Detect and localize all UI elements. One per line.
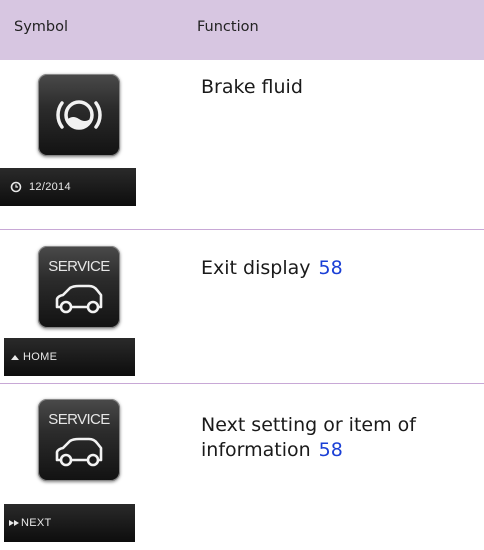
page-reference-link[interactable]: 58 — [318, 257, 342, 279]
fast-forward-icon — [9, 520, 19, 526]
function-description: Brake fluid — [201, 76, 303, 98]
table-row: SERVICE NEXT Next setting or item of inf… — [0, 384, 484, 550]
brake-fluid-icon — [56, 100, 102, 130]
car-icon — [55, 437, 103, 467]
brake-fluid-indicator — [38, 74, 120, 156]
symbol-column-header: Symbol — [14, 19, 69, 35]
next-bar[interactable]: NEXT — [4, 504, 135, 542]
service-date: 12/2014 — [29, 181, 71, 193]
home-bar[interactable]: HOME — [4, 338, 135, 376]
table-header: Symbol Function — [0, 0, 484, 60]
function-description: Exit display 58 — [201, 257, 343, 279]
next-label: NEXT — [21, 517, 52, 529]
service-indicator: SERVICE — [38, 399, 120, 481]
clock-icon — [10, 181, 22, 193]
up-arrow-icon — [11, 355, 19, 360]
function-column-header: Function — [197, 19, 259, 35]
date-display-bar: 12/2014 — [0, 168, 136, 206]
table-row: SERVICE HOME Exit display 58 — [0, 230, 484, 383]
service-indicator: SERVICE — [38, 246, 120, 328]
page-reference-link[interactable]: 58 — [319, 439, 343, 461]
home-label: HOME — [23, 351, 58, 363]
table-row: 12/2014 Brake fluid — [0, 60, 484, 230]
car-icon — [55, 284, 103, 314]
function-description: Next setting or item of information 58 — [201, 414, 416, 461]
